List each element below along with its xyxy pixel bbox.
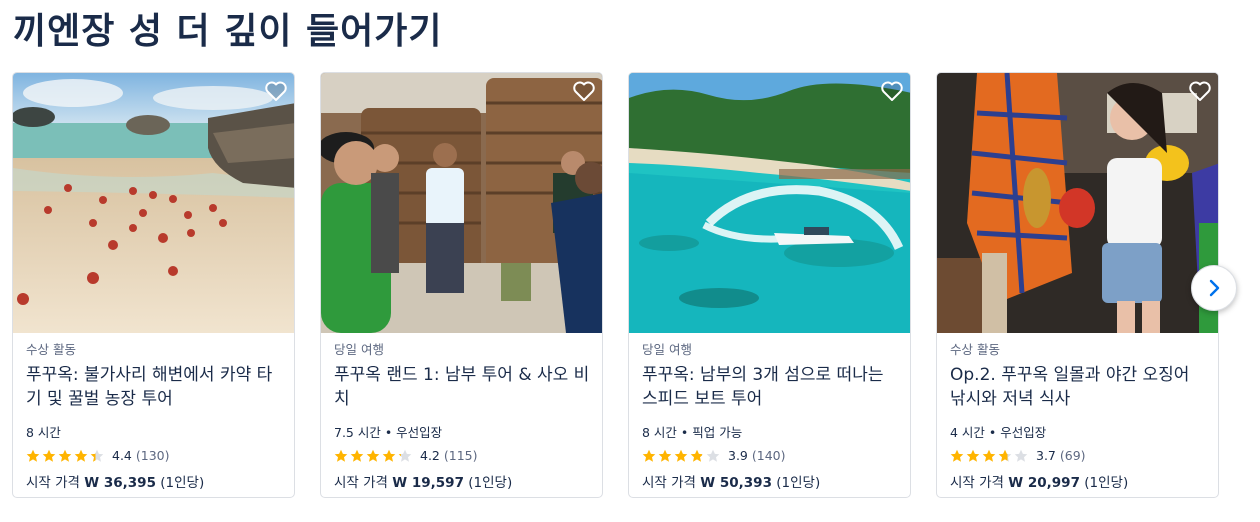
activity-category: 수상 활동 [26, 342, 76, 357]
star-icon [642, 449, 656, 462]
price-prefix: 시작 가격 [950, 475, 1004, 491]
price-row: 시작 가격 W 20,997 (1인당) [950, 471, 1128, 491]
activity-card[interactable]: 수상 활동 Op.2. 푸꾸옥 일몰과 야간 오징어 낚시와 저녁 식사 4 시… [936, 72, 1219, 498]
activity-meta: 7.5 시간 • 우선입장 [334, 425, 443, 440]
price-prefix: 시작 가격 [26, 475, 80, 491]
section-title: 끼엔장 성 더 깊이 들어가기 [13, 11, 443, 52]
chevron-right-icon [1209, 279, 1220, 297]
rating-row: 3.9 (140) [642, 448, 786, 463]
rating-value: 3.9 [728, 448, 748, 463]
review-count: (69) [1059, 448, 1086, 463]
activity-title[interactable]: 푸꾸옥 랜드 1: 남부 투어 & 사오 비치 [334, 363, 590, 415]
activity-title[interactable]: 푸꾸옥: 불가사리 해변에서 카약 타기 및 꿀벌 농장 투어 [26, 363, 282, 415]
price-suffix: (1인당) [160, 475, 205, 491]
star-icon [58, 449, 72, 462]
star-icon [382, 449, 396, 462]
activity-title[interactable]: Op.2. 푸꾸옥 일몰과 야간 오징어 낚시와 저녁 식사 [950, 363, 1206, 415]
star-icon [966, 449, 980, 462]
heart-icon[interactable] [572, 80, 596, 102]
carousel-next-button[interactable] [1191, 265, 1237, 311]
review-count: (140) [751, 448, 786, 463]
star-icon [658, 449, 672, 462]
star-rating [334, 449, 414, 463]
activity-meta: 4 시간 • 우선입장 [950, 425, 1047, 440]
star-icon [674, 449, 688, 462]
rating-value: 4.4 [112, 448, 132, 463]
star-icon [982, 449, 996, 462]
price-row: 시작 가격 W 19,597 (1인당) [334, 471, 512, 491]
activity-category: 당일 여행 [642, 342, 692, 357]
heart-icon[interactable] [1188, 80, 1212, 102]
heart-icon[interactable] [880, 80, 904, 102]
star-icon [334, 449, 348, 462]
activity-card[interactable]: 당일 여행 푸꾸옥: 남부의 3개 섬으로 떠나는 스피드 보트 투어 8 시간… [628, 72, 911, 498]
speedboat-island-photo[interactable] [629, 73, 910, 333]
rating-row: 3.7 (69) [950, 448, 1086, 463]
star-icon [366, 449, 380, 462]
star-icon [42, 449, 56, 462]
star-icon [26, 449, 40, 462]
squid-fishing-photo[interactable] [937, 73, 1218, 333]
activity-category: 당일 여행 [334, 342, 384, 357]
price-suffix: (1인당) [468, 475, 513, 491]
review-count: (115) [443, 448, 478, 463]
price-prefix: 시작 가격 [642, 475, 696, 491]
price-row: 시작 가격 W 36,395 (1인당) [26, 471, 204, 491]
rating-row: 4.2 (115) [334, 448, 478, 463]
activity-card[interactable]: 당일 여행 푸꾸옥 랜드 1: 남부 투어 & 사오 비치 7.5 시간 • 우… [320, 72, 603, 498]
star-icon [1014, 449, 1028, 462]
activity-meta: 8 시간 • 픽업 가능 [642, 425, 743, 440]
star-rating [950, 449, 1030, 463]
star-icon [350, 449, 364, 462]
activity-card[interactable]: 수상 활동 푸꾸옥: 불가사리 해변에서 카약 타기 및 꿀벌 농장 투어 8 … [12, 72, 295, 498]
star-rating [642, 449, 722, 463]
activity-meta: 8 시간 [26, 425, 61, 440]
price-amount: W 50,393 [700, 475, 772, 491]
star-rating [26, 449, 106, 463]
star-icon [706, 449, 720, 462]
activity-title[interactable]: 푸꾸옥: 남부의 3개 섬으로 떠나는 스피드 보트 투어 [642, 363, 898, 415]
price-row: 시작 가격 W 50,393 (1인당) [642, 471, 820, 491]
price-suffix: (1인당) [776, 475, 821, 491]
star-icon [398, 449, 412, 462]
price-prefix: 시작 가격 [334, 475, 388, 491]
price-suffix: (1인당) [1084, 475, 1129, 491]
price-amount: W 20,997 [1008, 475, 1080, 491]
price-amount: W 36,395 [84, 475, 156, 491]
rating-value: 3.7 [1036, 448, 1056, 463]
star-icon [690, 449, 704, 462]
rating-row: 4.4 (130) [26, 448, 170, 463]
heart-icon[interactable] [264, 80, 288, 102]
review-count: (130) [135, 448, 170, 463]
star-icon [90, 449, 104, 462]
star-icon [950, 449, 964, 462]
activity-category: 수상 활동 [950, 342, 1000, 357]
fish-sauce-factory-photo[interactable] [321, 73, 602, 333]
starfish-beach-photo[interactable] [13, 73, 294, 333]
star-icon [998, 449, 1012, 462]
price-amount: W 19,597 [392, 475, 464, 491]
star-icon [74, 449, 88, 462]
rating-value: 4.2 [420, 448, 440, 463]
